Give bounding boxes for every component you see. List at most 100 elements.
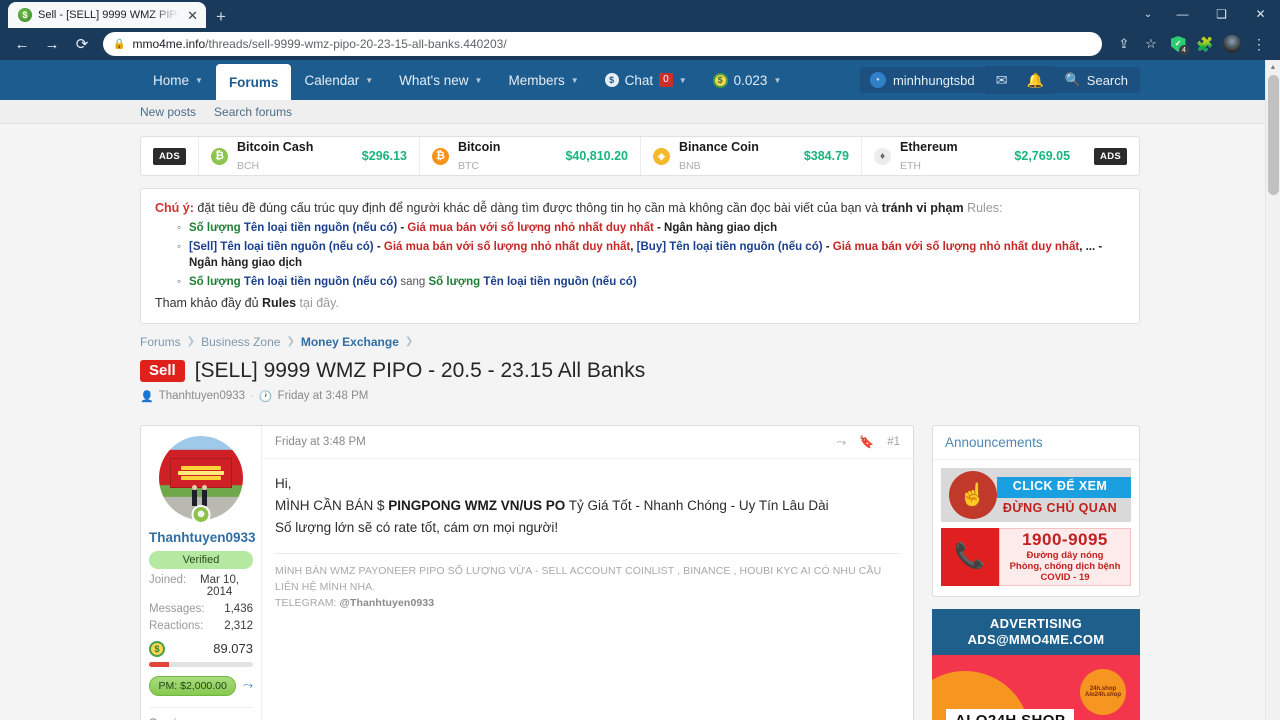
back-icon[interactable]: ← bbox=[8, 31, 36, 57]
notice-foot-pre: Tham khảo đầy đủ bbox=[155, 295, 263, 310]
announcements-widget: Announcements ☝ CLICK ĐỂ XEM ĐỪNG CHỦ QU… bbox=[932, 424, 1140, 597]
coin-medal-icon: $ bbox=[149, 640, 165, 657]
thread-posts-column: ☻ Thanhtuyen0933 Verified Joined: Mar 10… bbox=[140, 424, 914, 720]
post-author-card: ☻ Thanhtuyen0933 Verified Joined: Mar 10… bbox=[141, 425, 262, 720]
scroll-up-arrow-icon[interactable]: ▲ bbox=[1266, 60, 1280, 75]
share-icon[interactable]: ⤳ bbox=[837, 435, 847, 450]
reload-icon[interactable]: ⟳ bbox=[68, 31, 96, 57]
coin-name: Binance Coin bbox=[679, 140, 759, 154]
address-bar[interactable]: 🔒 mmo4me.info/threads/sell-9999-wmz-pipo… bbox=[103, 32, 1102, 56]
ad-title: ALO24H.SHOP bbox=[946, 708, 1075, 720]
ticker-item[interactable]: ♦ Ethereum ETH $2,769.05 bbox=[861, 137, 1082, 175]
ticker-item[interactable]: ₿ Bitcoin BTC $40,810.20 bbox=[418, 137, 640, 175]
extensions-puzzle-icon[interactable]: 🧩 bbox=[1192, 31, 1218, 57]
alo24h-ad-banner[interactable]: 24h.shop Alo24h.shop ALO24H.SHOP SMM SER… bbox=[932, 654, 1140, 720]
bookmark-star-icon[interactable]: ☆ bbox=[1138, 31, 1164, 57]
rules-notice: Chú ý: đặt tiêu đề đúng cấu trúc quy địn… bbox=[140, 188, 1140, 324]
notice-lead-text: đặt tiêu đề đúng cấu trúc quy định để ng… bbox=[193, 201, 882, 215]
services-heading: Services bbox=[149, 706, 253, 720]
post-date[interactable]: Friday at 3:48 PM bbox=[275, 436, 366, 448]
breadcrumb-business-zone[interactable]: Business Zone bbox=[201, 335, 280, 349]
nav-item-home[interactable]: Home ▼ bbox=[140, 60, 216, 100]
ad-badge-circle: 24h.shop Alo24h.shop bbox=[1080, 668, 1126, 715]
post-line: MÌNH CẦN BÁN $ PINGPONG WMZ VN/US PO Tỷ … bbox=[275, 495, 900, 517]
thread-title-row: Sell [SELL] 9999 WMZ PIPO - 20.5 - 23.15… bbox=[140, 359, 1140, 383]
subnav-search-forums[interactable]: Search forums bbox=[214, 105, 292, 119]
alerts-bell-icon[interactable]: 🔔 bbox=[1018, 66, 1053, 94]
ethereum-icon: ♦ bbox=[874, 147, 892, 165]
announcements-body: ☝ CLICK ĐỂ XEM ĐỪNG CHỦ QUAN 📞 1900-9095… bbox=[933, 460, 1139, 596]
ads-tag-right[interactable]: ADS bbox=[1094, 147, 1127, 165]
breadcrumb-separator: ❯ bbox=[286, 336, 295, 348]
minimize-button[interactable]: — bbox=[1163, 0, 1202, 28]
post-number[interactable]: #1 bbox=[887, 436, 900, 448]
chrome-menu-icon[interactable]: ⋮ bbox=[1246, 31, 1272, 57]
browser-toolbar: ← → ⟳ 🔒 mmo4me.info/threads/sell-9999-wm… bbox=[0, 28, 1280, 60]
search-icon: 🔍 bbox=[1064, 72, 1081, 87]
signature-telegram: TELEGRAM: @Thanhtuyen0933 bbox=[275, 597, 435, 610]
crypto-ticker: ADS ₿ Bitcoin Cash BCH $296.13 ₿ Bitcoin… bbox=[140, 136, 1140, 176]
scrollbar-thumb[interactable] bbox=[1268, 75, 1279, 195]
telegram-handle[interactable]: @Thanhtuyen0933 bbox=[340, 597, 435, 609]
nav-item-members[interactable]: Members ▼ bbox=[495, 60, 591, 100]
notice-footer: Tham khảo đầy đủ Rules tại đây. bbox=[155, 294, 1125, 312]
post-line: Số lượng lớn sẽ có rate tốt, cám ơn mọi … bbox=[275, 517, 900, 539]
toolbar-icons: ⇪ ☆ 4 🧩 ⋮ bbox=[1111, 31, 1272, 57]
bitcoin-icon: ₿ bbox=[431, 147, 449, 165]
clock-icon: 🕐 bbox=[258, 390, 273, 403]
post-text: MÌNH CẦN BÁN $ bbox=[275, 497, 389, 513]
close-tab-icon[interactable]: ✕ bbox=[185, 9, 200, 22]
advertising-line-2: ADS@MMO4ME.COM bbox=[967, 631, 1105, 647]
ads-tag-left[interactable]: ADS bbox=[153, 147, 186, 165]
close-window-button[interactable]: ✕ bbox=[1241, 0, 1280, 28]
advertising-banner[interactable]: ADVERTISING ADS@MMO4ME.COM bbox=[932, 608, 1140, 655]
tab-title: Sell - [SELL] 9999 WMZ PIPO - 20 bbox=[38, 9, 179, 21]
chevron-down-icon[interactable]: ⌄ bbox=[1133, 0, 1163, 28]
avatar-wrapper[interactable]: ☻ bbox=[159, 435, 243, 524]
pm-button[interactable]: PM: $2,000.00 bbox=[149, 675, 237, 696]
announcement-banner-2[interactable]: 📞 1900-9095 Đường dây nóng Phòng, chống … bbox=[941, 527, 1131, 586]
inbox-mail-icon[interactable]: ✉ bbox=[984, 66, 1019, 94]
author-username[interactable]: Thanhtuyen0933 bbox=[149, 530, 256, 545]
author-points-value: 89.073 bbox=[213, 641, 253, 657]
rules-list: Số lượng Tên loại tiền nguồn (nếu có) - … bbox=[177, 220, 1125, 291]
ticker-item[interactable]: ◈ Binance Coin BNB $384.79 bbox=[640, 137, 861, 175]
account-menu[interactable]: ● minhhungtsbd bbox=[859, 67, 985, 93]
adblock-shield-icon[interactable]: 4 bbox=[1165, 31, 1191, 57]
nav-item-credits[interactable]: $ 0.023 ▼ bbox=[700, 60, 795, 100]
forward-icon[interactable]: → bbox=[38, 31, 66, 57]
profile-avatar-icon[interactable] bbox=[1219, 31, 1245, 57]
nav-item-forums[interactable]: Forums bbox=[215, 64, 292, 100]
url-host: mmo4me.info bbox=[132, 37, 206, 51]
breadcrumb-money-exchange[interactable]: Money Exchange bbox=[301, 335, 399, 349]
stat-value: 2,312 bbox=[224, 619, 253, 632]
browser-tab[interactable]: $ Sell - [SELL] 9999 WMZ PIPO - 20 ✕ bbox=[8, 2, 206, 28]
breadcrumb-separator: ❯ bbox=[404, 336, 414, 348]
thread-author[interactable]: Thanhtuyen0933 bbox=[159, 390, 245, 402]
ticker-item[interactable]: ₿ Bitcoin Cash BCH $296.13 bbox=[197, 137, 419, 175]
rules-list-item: Số lượng Tên loại tiền nguồn (nếu có) sa… bbox=[177, 274, 1125, 291]
pm-row: PM: $2,000.00 ⤳ bbox=[149, 675, 253, 696]
coin-symbol: BCH bbox=[236, 160, 260, 172]
search-button[interactable]: 🔍 Search bbox=[1052, 67, 1140, 93]
nav-item-whats-new[interactable]: What's new ▼ bbox=[386, 60, 495, 100]
post-body-column: Friday at 3:48 PM ⤳ 🔖 #1 Hi, MÌNH CẦN BÁ… bbox=[262, 426, 913, 720]
thread-prefix-badge[interactable]: Sell bbox=[140, 359, 185, 382]
bookmark-icon[interactable]: 🔖 bbox=[859, 435, 874, 449]
nav-item-label: What's new bbox=[399, 72, 469, 88]
page-scrollbar[interactable]: ▲ bbox=[1265, 60, 1280, 720]
nav-item-chat[interactable]: $ Chat 0 ▼ bbox=[592, 60, 700, 100]
avatar-person bbox=[192, 484, 197, 506]
share-icon[interactable]: ⤳ bbox=[243, 678, 253, 693]
nav-item-calendar[interactable]: Calendar ▼ bbox=[291, 60, 386, 100]
subnav-new-posts[interactable]: New posts bbox=[140, 105, 196, 119]
maximize-button[interactable]: ❑ bbox=[1202, 0, 1241, 28]
breadcrumb-forums[interactable]: Forums bbox=[140, 335, 181, 349]
advertising-line-1: ADVERTISING bbox=[989, 615, 1083, 631]
share-page-icon[interactable]: ⇪ bbox=[1111, 31, 1137, 57]
hotline-number: 1900-9095 bbox=[1022, 530, 1108, 550]
announcement-banner-1[interactable]: ☝ CLICK ĐỂ XEM ĐỪNG CHỦ QUAN bbox=[941, 467, 1131, 522]
coin-name: Bitcoin Cash bbox=[236, 140, 314, 154]
breadcrumb-separator: ❯ bbox=[186, 336, 196, 348]
new-tab-button[interactable]: + bbox=[216, 8, 226, 25]
